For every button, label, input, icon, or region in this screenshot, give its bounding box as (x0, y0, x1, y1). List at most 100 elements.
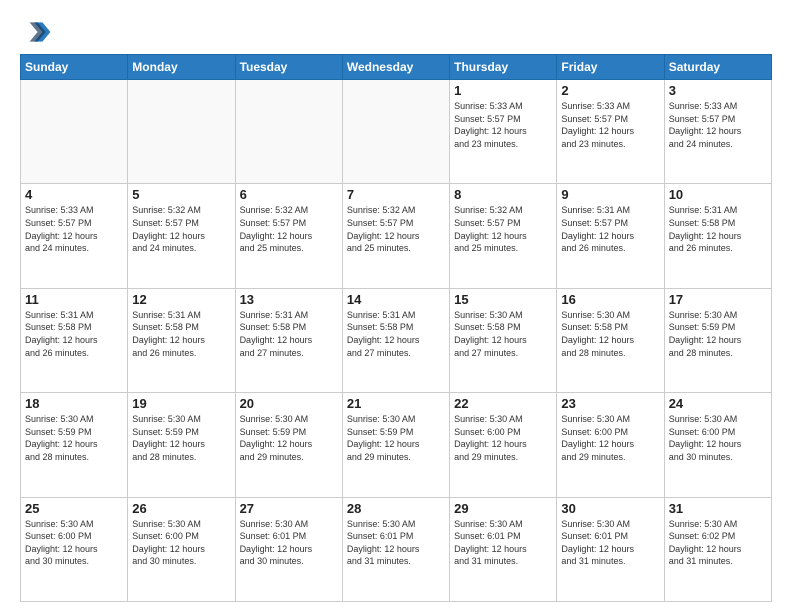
day-number: 21 (347, 396, 445, 411)
calendar-day-cell: 30 Sunrise: 5:30 AM Sunset: 6:01 PM Dayli… (557, 497, 664, 601)
calendar-day-cell: 11Sunrise: 5:31 AM Sunset: 5:58 PM Dayli… (21, 288, 128, 392)
day-info: Sunrise: 5:30 AM Sunset: 5:58 PM Dayligh… (561, 309, 659, 359)
calendar-day-cell: 6 Sunrise: 5:32 AM Sunset: 5:57 PM Daylig… (235, 184, 342, 288)
day-number: 23 (561, 396, 659, 411)
calendar-table: SundayMondayTuesdayWednesdayThursdayFrid… (20, 54, 772, 602)
calendar-day-cell: 5 Sunrise: 5:32 AM Sunset: 5:57 PM Daylig… (128, 184, 235, 288)
day-number: 5 (132, 187, 230, 202)
day-number: 24 (669, 396, 767, 411)
calendar-day-cell: 21 Sunrise: 5:30 AM Sunset: 5:59 PM Dayli… (342, 393, 449, 497)
day-info: Sunrise: 5:30 AM Sunset: 5:59 PM Dayligh… (132, 413, 230, 463)
calendar-day-header: Wednesday (342, 55, 449, 80)
day-number: 9 (561, 187, 659, 202)
day-number: 4 (25, 187, 123, 202)
day-info: Sunrise: 5:31 AM Sunset: 5:58 PM Dayligh… (132, 309, 230, 359)
day-info: Sunrise: 5:32 AM Sunset: 5:57 PM Dayligh… (240, 204, 338, 254)
day-info: Sunrise: 5:30 AM Sunset: 5:59 PM Dayligh… (347, 413, 445, 463)
day-info: Sunrise: 5:30 AM Sunset: 6:00 PM Dayligh… (132, 518, 230, 568)
day-number: 8 (454, 187, 552, 202)
day-number: 18 (25, 396, 123, 411)
day-number: 28 (347, 501, 445, 516)
logo-icon (20, 16, 52, 48)
day-number: 6 (240, 187, 338, 202)
day-info: Sunrise: 5:30 AM Sunset: 5:59 PM Dayligh… (25, 413, 123, 463)
calendar-day-cell: 24 Sunrise: 5:30 AM Sunset: 6:00 PM Dayli… (664, 393, 771, 497)
day-number: 19 (132, 396, 230, 411)
calendar-week-row: 18 Sunrise: 5:30 AM Sunset: 5:59 PM Dayli… (21, 393, 772, 497)
day-number: 2 (561, 83, 659, 98)
calendar-day-cell: 7 Sunrise: 5:32 AM Sunset: 5:57 PM Daylig… (342, 184, 449, 288)
calendar-header-row: SundayMondayTuesdayWednesdayThursdayFrid… (21, 55, 772, 80)
day-info: Sunrise: 5:30 AM Sunset: 6:00 PM Dayligh… (561, 413, 659, 463)
calendar-day-header: Thursday (450, 55, 557, 80)
day-number: 26 (132, 501, 230, 516)
day-info: Sunrise: 5:32 AM Sunset: 5:57 PM Dayligh… (132, 204, 230, 254)
calendar-day-cell: 18 Sunrise: 5:30 AM Sunset: 5:59 PM Dayli… (21, 393, 128, 497)
calendar-day-cell: 23 Sunrise: 5:30 AM Sunset: 6:00 PM Dayli… (557, 393, 664, 497)
day-info: Sunrise: 5:33 AM Sunset: 5:57 PM Dayligh… (669, 100, 767, 150)
calendar-day-header: Friday (557, 55, 664, 80)
day-info: Sunrise: 5:31 AM Sunset: 5:58 PM Dayligh… (347, 309, 445, 359)
calendar-day-cell (128, 80, 235, 184)
calendar-day-cell: 1Sunrise: 5:33 AM Sunset: 5:57 PM Daylig… (450, 80, 557, 184)
day-number: 12 (132, 292, 230, 307)
day-number: 22 (454, 396, 552, 411)
calendar-day-cell: 3 Sunrise: 5:33 AM Sunset: 5:57 PM Daylig… (664, 80, 771, 184)
calendar-day-cell: 22Sunrise: 5:30 AM Sunset: 6:00 PM Dayli… (450, 393, 557, 497)
day-info: Sunrise: 5:31 AM Sunset: 5:58 PM Dayligh… (25, 309, 123, 359)
calendar-day-cell: 27Sunrise: 5:30 AM Sunset: 6:01 PM Dayli… (235, 497, 342, 601)
calendar-week-row: 1 Sunrise: 5:33 AM Sunset: 5:57 PM Daylig… (21, 80, 772, 184)
day-number: 31 (669, 501, 767, 516)
calendar-day-cell: 15 Sunrise: 5:30 AM Sunset: 5:58 PM Dayli… (450, 288, 557, 392)
day-number: 30 (561, 501, 659, 516)
day-number: 14 (347, 292, 445, 307)
day-info: Sunrise: 5:30 AM Sunset: 6:01 PM Dayligh… (561, 518, 659, 568)
day-info: Sunrise: 5:33 AM Sunset: 5:57 PM Dayligh… (25, 204, 123, 254)
calendar-day-cell: 10Sunrise: 5:31 AM Sunset: 5:58 PM Dayli… (664, 184, 771, 288)
day-info: Sunrise: 5:30 AM Sunset: 6:01 PM Dayligh… (347, 518, 445, 568)
logo (20, 16, 58, 48)
day-number: 13 (240, 292, 338, 307)
calendar-day-cell: 16Sunrise: 5:30 AM Sunset: 5:58 PM Dayli… (557, 288, 664, 392)
day-info: Sunrise: 5:30 AM Sunset: 5:59 PM Dayligh… (669, 309, 767, 359)
day-number: 3 (669, 83, 767, 98)
calendar-day-cell: 29Sunrise: 5:30 AM Sunset: 6:01 PM Dayli… (450, 497, 557, 601)
calendar-day-cell (342, 80, 449, 184)
calendar-day-header: Tuesday (235, 55, 342, 80)
calendar-day-cell: 14 Sunrise: 5:31 AM Sunset: 5:58 PM Dayli… (342, 288, 449, 392)
day-info: Sunrise: 5:31 AM Sunset: 5:57 PM Dayligh… (561, 204, 659, 254)
calendar-day-cell (235, 80, 342, 184)
day-number: 15 (454, 292, 552, 307)
calendar-day-header: Saturday (664, 55, 771, 80)
day-info: Sunrise: 5:32 AM Sunset: 5:57 PM Dayligh… (347, 204, 445, 254)
day-number: 7 (347, 187, 445, 202)
day-info: Sunrise: 5:30 AM Sunset: 6:00 PM Dayligh… (669, 413, 767, 463)
day-info: Sunrise: 5:32 AM Sunset: 5:57 PM Dayligh… (454, 204, 552, 254)
calendar-day-cell: 4 Sunrise: 5:33 AM Sunset: 5:57 PM Daylig… (21, 184, 128, 288)
calendar-day-cell (21, 80, 128, 184)
calendar-day-cell: 25Sunrise: 5:30 AM Sunset: 6:00 PM Dayli… (21, 497, 128, 601)
day-info: Sunrise: 5:33 AM Sunset: 5:57 PM Dayligh… (561, 100, 659, 150)
day-number: 17 (669, 292, 767, 307)
page: SundayMondayTuesdayWednesdayThursdayFrid… (0, 0, 792, 612)
day-info: Sunrise: 5:30 AM Sunset: 5:58 PM Dayligh… (454, 309, 552, 359)
calendar-day-cell: 12 Sunrise: 5:31 AM Sunset: 5:58 PM Dayli… (128, 288, 235, 392)
day-number: 29 (454, 501, 552, 516)
calendar-day-cell: 13Sunrise: 5:31 AM Sunset: 5:58 PM Dayli… (235, 288, 342, 392)
calendar-day-cell: 26 Sunrise: 5:30 AM Sunset: 6:00 PM Dayli… (128, 497, 235, 601)
calendar-day-cell: 2 Sunrise: 5:33 AM Sunset: 5:57 PM Daylig… (557, 80, 664, 184)
day-number: 1 (454, 83, 552, 98)
day-number: 25 (25, 501, 123, 516)
calendar-day-cell: 8 Sunrise: 5:32 AM Sunset: 5:57 PM Daylig… (450, 184, 557, 288)
calendar-day-cell: 20Sunrise: 5:30 AM Sunset: 5:59 PM Dayli… (235, 393, 342, 497)
calendar-day-cell: 19 Sunrise: 5:30 AM Sunset: 5:59 PM Dayli… (128, 393, 235, 497)
day-info: Sunrise: 5:31 AM Sunset: 5:58 PM Dayligh… (669, 204, 767, 254)
day-info: Sunrise: 5:30 AM Sunset: 6:02 PM Dayligh… (669, 518, 767, 568)
day-number: 20 (240, 396, 338, 411)
calendar-week-row: 4 Sunrise: 5:33 AM Sunset: 5:57 PM Daylig… (21, 184, 772, 288)
calendar-week-row: 11Sunrise: 5:31 AM Sunset: 5:58 PM Dayli… (21, 288, 772, 392)
calendar-day-cell: 31 Sunrise: 5:30 AM Sunset: 6:02 PM Dayli… (664, 497, 771, 601)
calendar-day-cell: 17 Sunrise: 5:30 AM Sunset: 5:59 PM Dayli… (664, 288, 771, 392)
calendar-day-cell: 28 Sunrise: 5:30 AM Sunset: 6:01 PM Dayli… (342, 497, 449, 601)
day-number: 27 (240, 501, 338, 516)
